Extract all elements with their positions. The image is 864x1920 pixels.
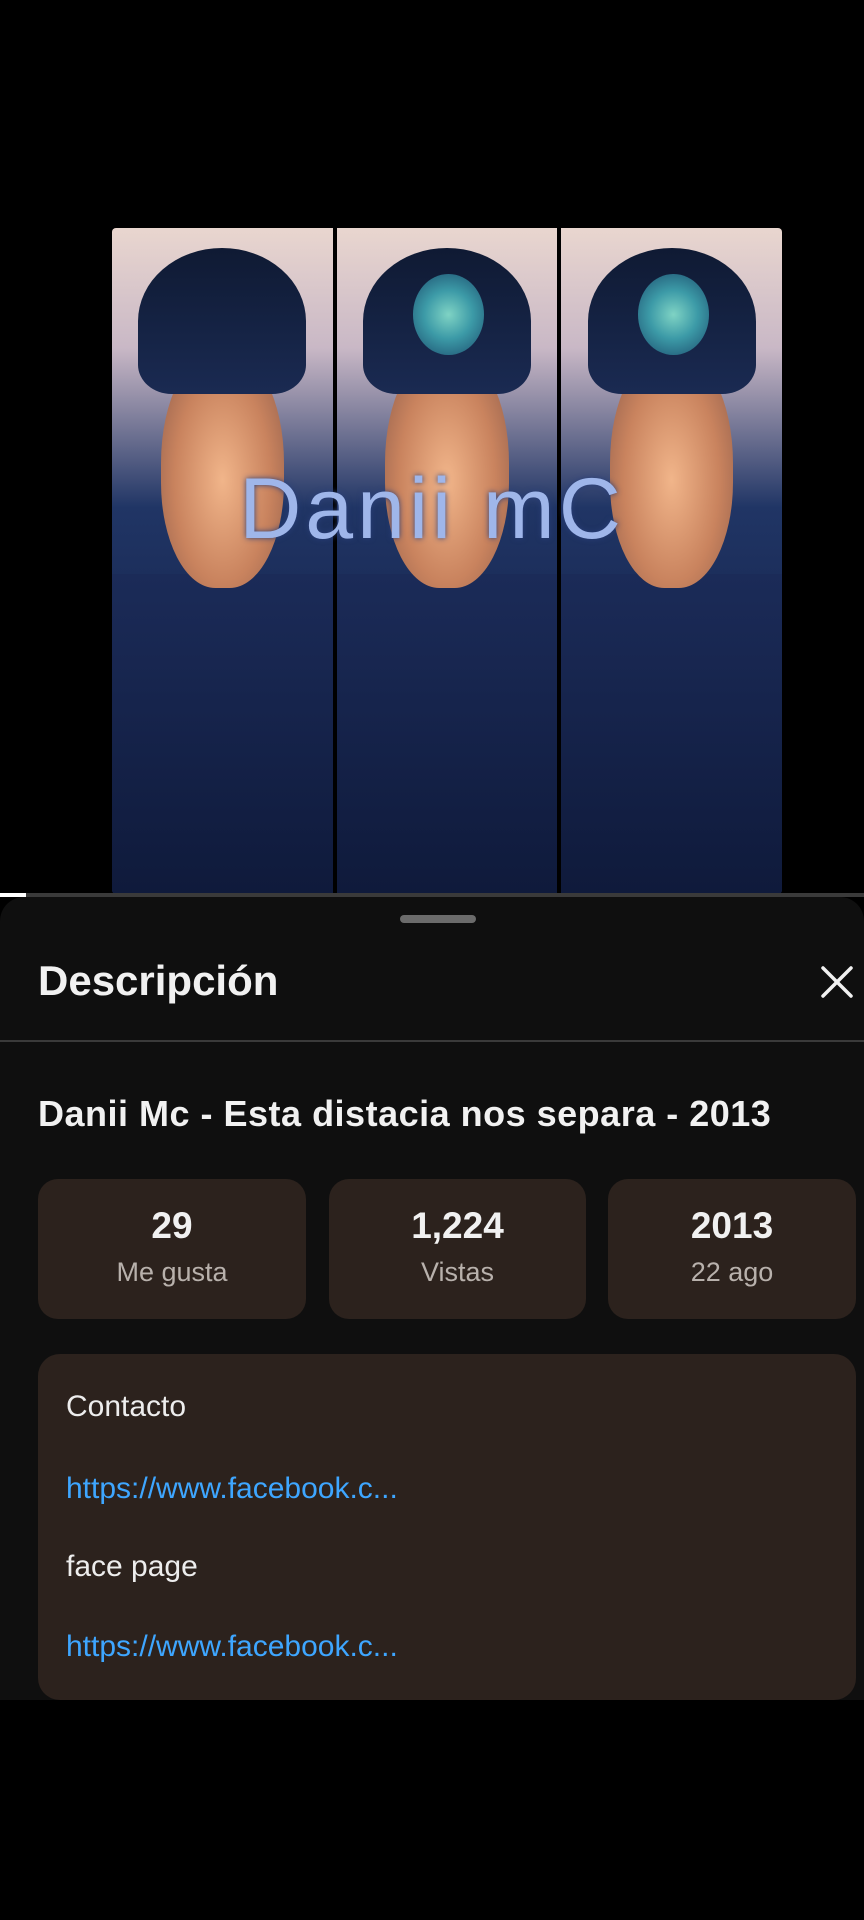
stat-likes: 29 Me gusta — [38, 1179, 306, 1319]
video-player[interactable]: Danii mC — [0, 0, 864, 897]
description-box: Contacto https://www.facebook.c... face … — [38, 1354, 856, 1700]
close-button[interactable] — [812, 957, 862, 1007]
stat-date: 2013 22 ago — [608, 1179, 856, 1319]
stat-value: 29 — [151, 1205, 193, 1246]
description-text: Contacto — [66, 1390, 187, 1423]
stat-value: 2013 — [690, 1205, 774, 1246]
thumbnail-panel-left — [112, 228, 333, 894]
stat-label: 22 ago — [690, 1257, 774, 1287]
stat-views: 1,224 Vistas — [329, 1179, 586, 1319]
drag-handle[interactable] — [400, 915, 476, 923]
stat-label: Me gusta — [116, 1257, 228, 1287]
stat-label: Vistas — [420, 1257, 495, 1287]
video-thumbnail[interactable] — [112, 228, 782, 894]
stat-value: 1,224 — [411, 1205, 504, 1246]
close-icon — [821, 966, 853, 998]
bottom-area — [0, 1700, 864, 1920]
thumbnail-panel-right — [561, 228, 782, 894]
thumbnail-panel-middle — [336, 228, 558, 894]
description-sheet: Descripción Danii Mc - Esta distacia nos… — [0, 897, 864, 1700]
description-link[interactable]: https://www.facebook.c... — [66, 1472, 398, 1506]
sheet-title: Descripción — [38, 957, 279, 1004]
thumbnail-watermark: Danii mC — [239, 461, 625, 557]
description-text: face page — [66, 1550, 198, 1583]
divider — [0, 1040, 864, 1042]
video-title: Danii Mc - Esta distacia nos separa - 20… — [38, 1093, 772, 1134]
description-link[interactable]: https://www.facebook.c... — [66, 1630, 398, 1664]
